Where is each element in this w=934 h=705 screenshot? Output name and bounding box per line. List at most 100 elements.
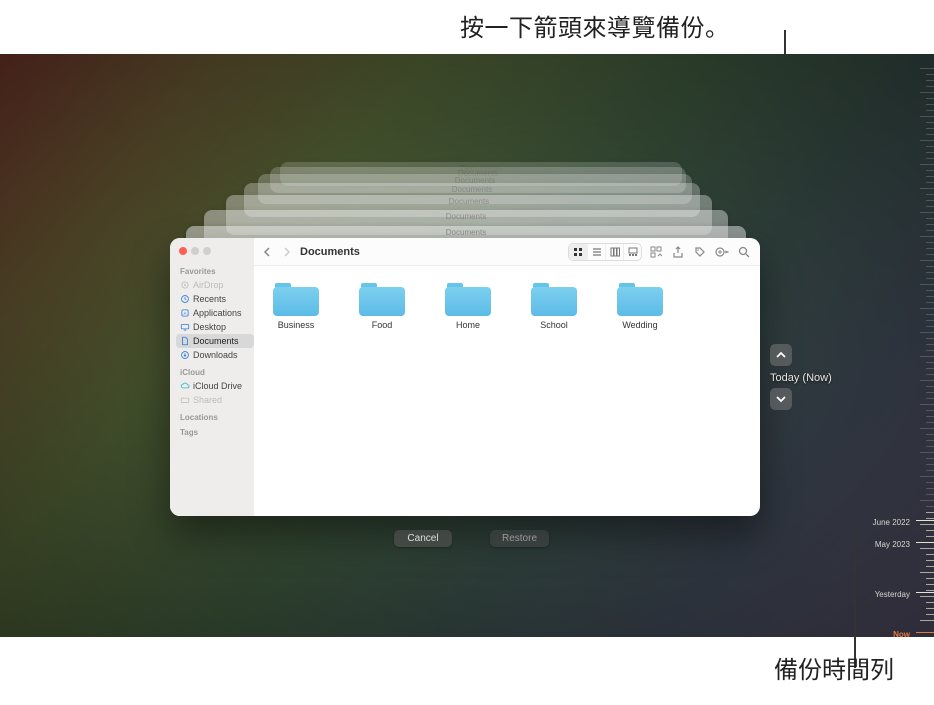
close-button[interactable] <box>179 247 187 255</box>
folder-item[interactable]: Food <box>350 280 414 330</box>
sidebar-item-desktop[interactable]: Desktop <box>176 320 254 334</box>
window-title: Documents <box>300 246 360 258</box>
forward-button[interactable] <box>280 246 292 258</box>
gallery-icon <box>628 247 638 257</box>
sidebar-head-locations: Locations <box>180 413 254 422</box>
action-button[interactable] <box>714 244 730 260</box>
sidebar-item-label: Documents <box>193 336 239 346</box>
sidebar-item-icloud-drive[interactable]: iCloud Drive <box>176 379 254 393</box>
sidebar-item-documents[interactable]: Documents <box>176 334 254 348</box>
chevron-up-icon <box>775 349 787 361</box>
sidebar-item-label: Applications <box>193 308 242 318</box>
folder-label: School <box>540 320 568 330</box>
search-button[interactable] <box>736 244 752 260</box>
callout-nav-arrows: 按一下箭頭來導覽備份。 <box>460 8 730 43</box>
columns-icon <box>610 247 620 257</box>
view-column-button[interactable] <box>605 244 623 260</box>
folder-item[interactable]: School <box>522 280 586 330</box>
folder-label: Food <box>372 320 393 330</box>
grid-icon <box>573 247 583 257</box>
folder-icon <box>359 280 405 316</box>
airdrop-icon <box>180 280 190 290</box>
ghost-title: Documents <box>449 197 489 206</box>
share-icon <box>672 246 684 258</box>
chevron-down-icon <box>775 393 787 405</box>
svg-text:A: A <box>184 311 187 316</box>
nav-down-button[interactable] <box>770 388 792 410</box>
share-button[interactable] <box>670 244 686 260</box>
current-backup-label: Today (Now) <box>770 372 860 384</box>
sidebar-item-downloads[interactable]: Downloads <box>176 348 254 362</box>
finder-main: Documents Business <box>254 238 760 516</box>
ghost-title: Documents <box>446 212 486 221</box>
sidebar-item-airdrop[interactable]: AirDrop <box>176 278 254 292</box>
finder-content[interactable]: Business Food Home School Wedding <box>254 266 760 516</box>
sidebar-item-applications[interactable]: A Applications <box>176 306 254 320</box>
view-gallery-button[interactable] <box>623 244 641 260</box>
minimize-button[interactable] <box>191 247 199 255</box>
folder-label: Wedding <box>622 320 657 330</box>
callout-line <box>854 528 856 668</box>
desktop-icon <box>180 322 190 332</box>
folder-icon <box>531 280 577 316</box>
finder-sidebar: Favorites AirDrop Recents A Applications… <box>170 238 254 516</box>
sidebar-item-label: Desktop <box>193 322 226 332</box>
backup-nav-panel: Today (Now) <box>770 344 860 416</box>
folder-icon <box>273 280 319 316</box>
nav-up-button[interactable] <box>770 344 792 366</box>
folder-label: Home <box>456 320 480 330</box>
sidebar-item-recents[interactable]: Recents <box>176 292 254 306</box>
sidebar-item-label: Shared <box>193 395 222 405</box>
folder-label: Business <box>278 320 315 330</box>
folder-item[interactable]: Home <box>436 280 500 330</box>
finder-toolbar: Documents <box>254 238 760 266</box>
timeline-label: May 2023 <box>875 540 910 549</box>
finder-window: Favorites AirDrop Recents A Applications… <box>170 238 760 516</box>
restore-button[interactable]: Restore <box>490 530 549 547</box>
sidebar-head-favorites: Favorites <box>180 267 254 276</box>
window-controls <box>176 244 254 261</box>
folder-item[interactable]: Business <box>264 280 328 330</box>
view-icon-button[interactable] <box>569 244 587 260</box>
back-button[interactable] <box>262 246 274 258</box>
view-mode-segment <box>568 243 642 261</box>
ghost-title: Documents <box>452 185 492 194</box>
sidebar-item-label: iCloud Drive <box>193 381 242 391</box>
clock-icon <box>180 294 190 304</box>
folder-item[interactable]: Wedding <box>608 280 672 330</box>
ghost-title: Documents <box>446 228 486 237</box>
backup-timeline[interactable]: June 2022 May 2023 Yesterday Now <box>864 68 934 623</box>
chevron-left-icon <box>263 247 273 257</box>
timeline-label-now: Now <box>893 630 910 637</box>
cloud-icon <box>180 381 190 391</box>
folder-icon <box>617 280 663 316</box>
timeline-label: Yesterday <box>875 590 910 599</box>
sidebar-item-label: Downloads <box>193 350 238 360</box>
cancel-button[interactable]: Cancel <box>394 530 452 547</box>
sidebar-item-label: AirDrop <box>193 280 224 290</box>
download-icon <box>180 350 190 360</box>
view-list-button[interactable] <box>587 244 605 260</box>
callout-timeline: 備份時間列 <box>774 650 894 685</box>
app-icon: A <box>180 308 190 318</box>
sidebar-item-label: Recents <box>193 294 226 304</box>
timeline-ticks <box>912 68 934 623</box>
timeline-label: June 2022 <box>873 518 910 527</box>
sidebar-head-icloud: iCloud <box>180 368 254 377</box>
chevron-right-icon <box>281 247 291 257</box>
shared-icon <box>180 395 190 405</box>
doc-icon <box>180 336 190 346</box>
search-icon <box>738 246 750 258</box>
zoom-button[interactable] <box>203 247 211 255</box>
group-icon <box>650 246 662 258</box>
group-button[interactable] <box>648 244 664 260</box>
action-icon <box>715 246 729 258</box>
sidebar-item-shared[interactable]: Shared <box>176 393 254 407</box>
time-machine-screen: Documents Documents Documents Documents … <box>0 54 934 637</box>
sidebar-head-tags: Tags <box>180 428 254 437</box>
tag-button[interactable] <box>692 244 708 260</box>
folder-icon <box>445 280 491 316</box>
tag-icon <box>694 246 706 258</box>
action-buttons: Cancel Restore <box>394 530 549 547</box>
list-icon <box>592 247 602 257</box>
